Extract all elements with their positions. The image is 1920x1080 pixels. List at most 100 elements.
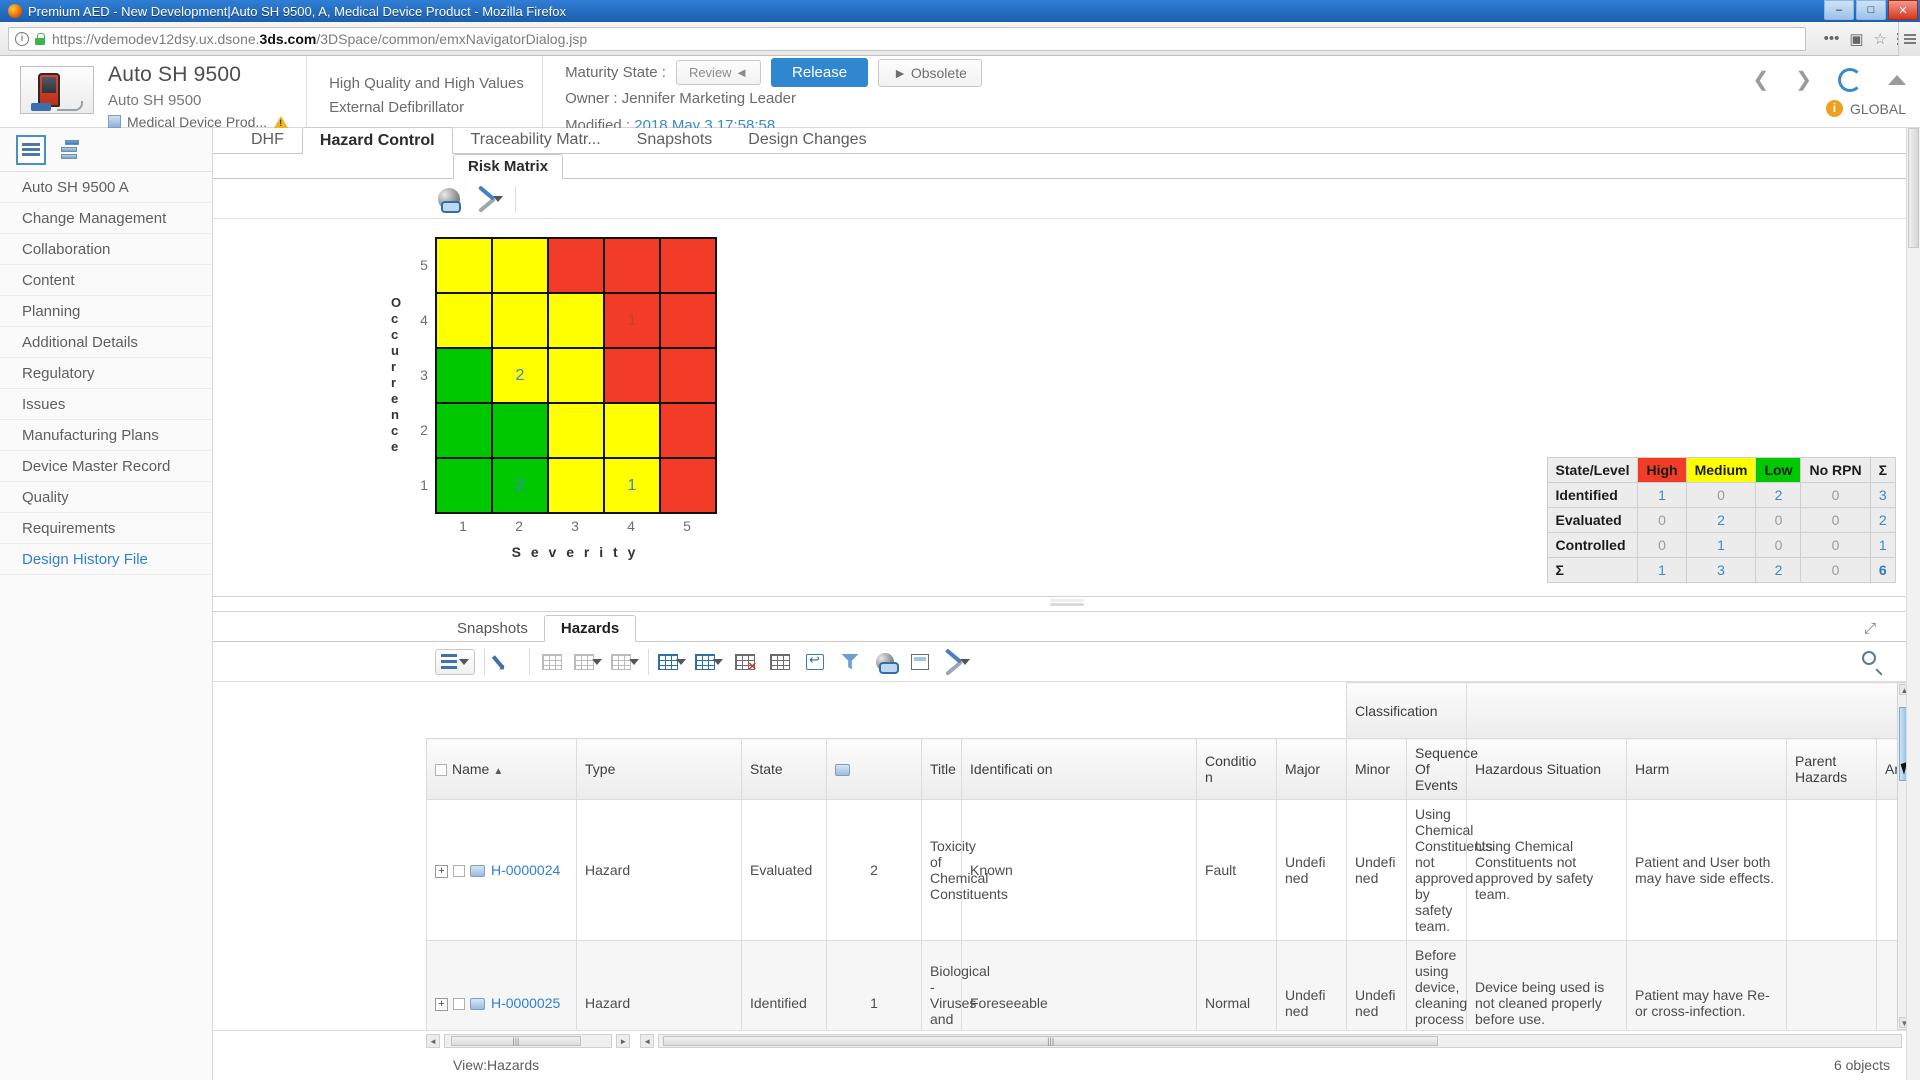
sidebar-item-design-history-file[interactable]: Design History File — [0, 544, 212, 575]
edit-icon[interactable] — [494, 649, 520, 675]
panel-tab-snapshots[interactable]: Snapshots — [441, 616, 544, 641]
risk-cell-o5-s5[interactable] — [660, 238, 716, 293]
address-bar[interactable]: i https://vdemodev12dsy.ux.dsone. 3ds.com… — [8, 26, 1806, 51]
sort-ascending-icon[interactable]: ▲ — [493, 766, 503, 777]
expand-panel-icon[interactable]: ⤢ — [1864, 620, 1876, 637]
table-row[interactable]: + H-0000025 Hazard Identified 1 Biological - … — [426, 940, 1920, 1030]
table-horizontal-scrollbar[interactable]: ||| — [658, 1033, 1903, 1048]
hazard-link[interactable]: H-0000025 — [491, 995, 560, 1011]
menu-button[interactable] — [435, 648, 475, 675]
tools-icon[interactable] — [475, 185, 503, 213]
risk-cell-o2-s5[interactable] — [660, 403, 716, 458]
column-header-sequence[interactable]: Sequence Of Events — [1405, 738, 1478, 800]
copy-icon[interactable] — [539, 649, 565, 675]
risk-cell-o4-s3[interactable] — [548, 293, 604, 348]
sidebar-item-auto-sh-9500-a[interactable]: Auto SH 9500 A — [0, 172, 212, 203]
select-all-checkbox[interactable] — [435, 764, 447, 777]
tab-traceability-matr-[interactable]: Traceability Matr... — [453, 126, 619, 153]
column-header-name[interactable]: Name ▲ — [426, 738, 577, 800]
risk-cell-o3-s5[interactable] — [660, 348, 716, 403]
risk-matrix-grid[interactable]: 1 2 2 1 — [435, 237, 717, 514]
page-scroll-thumb[interactable] — [1908, 128, 1919, 248]
column-header-condition[interactable]: Conditio n — [1196, 738, 1277, 800]
column-config-icon[interactable] — [695, 649, 723, 675]
hscroll-left-2[interactable]: ◄ — [640, 1033, 655, 1048]
sidebar-item-requirements[interactable]: Requirements — [0, 513, 212, 544]
tab-snapshots[interactable]: Snapshots — [619, 126, 731, 153]
column-header-identification[interactable]: Identificati on — [961, 738, 1197, 800]
sidebar-item-additional-details[interactable]: Additional Details — [0, 327, 212, 358]
state-review-button[interactable]: Review ◄ — [675, 60, 762, 85]
risk-cell-o5-s4[interactable] — [604, 238, 660, 293]
risk-cell-o5-s2[interactable] — [492, 238, 548, 293]
tab-design-changes[interactable]: Design Changes — [730, 126, 884, 153]
hscroll-thumb-2[interactable]: ||| — [663, 1035, 1439, 1046]
export-icon[interactable] — [802, 649, 828, 675]
name-column-scrollbar[interactable]: ||| — [443, 1033, 613, 1048]
risk-cell-o1-s3[interactable] — [548, 458, 604, 513]
risk-cell-o5-s1[interactable] — [436, 238, 492, 293]
row-checkbox[interactable] — [453, 865, 465, 878]
risk-cell-o4-s4[interactable]: 1 — [604, 293, 660, 348]
column-header-minor[interactable]: Minor — [1346, 738, 1407, 800]
risk-cell-o5-s3[interactable] — [548, 238, 604, 293]
column-header-state[interactable]: State — [741, 738, 827, 800]
calculator-icon[interactable] — [907, 649, 933, 675]
table-view-icon[interactable] — [658, 649, 686, 675]
add-row-icon[interactable] — [767, 649, 793, 675]
risk-cell-o4-s2[interactable] — [492, 293, 548, 348]
risk-cell-o2-s4[interactable] — [604, 403, 660, 458]
list-view-icon[interactable] — [16, 134, 46, 165]
state-release-button[interactable]: Release — [771, 58, 869, 87]
risk-cell-o1-s1[interactable] — [436, 458, 492, 513]
risk-cell-o1-s2[interactable]: 2 — [492, 458, 548, 513]
new-document-icon[interactable] — [611, 649, 639, 675]
risk-cell-o1-s4[interactable]: 1 — [604, 458, 660, 513]
risk-cell-o1-s5[interactable] — [660, 458, 716, 513]
maximize-button[interactable]: □ — [1856, 0, 1886, 20]
risk-cell-o2-s2[interactable] — [492, 403, 548, 458]
sidebar-item-change-management[interactable]: Change Management — [0, 203, 212, 234]
close-button[interactable]: ✕ — [1888, 0, 1918, 20]
bookmark-star-icon[interactable]: ☆ — [1874, 30, 1887, 48]
sidebar-item-quality[interactable]: Quality — [0, 482, 212, 513]
sidebar-item-manufacturing-plans[interactable]: Manufacturing Plans — [0, 420, 212, 451]
sidebar-toggle-icon[interactable] — [1898, 22, 1920, 56]
risk-cell-o2-s1[interactable] — [436, 403, 492, 458]
sidebar-item-device-master-record[interactable]: Device Master Record — [0, 451, 212, 482]
hscroll-left-1[interactable]: ◄ — [426, 1033, 440, 1048]
minimize-button[interactable]: – — [1824, 0, 1854, 20]
sidebar-item-collaboration[interactable]: Collaboration — [0, 234, 212, 265]
panel-splitter[interactable] — [213, 597, 1920, 611]
globe-icon[interactable] — [872, 649, 899, 675]
filter-icon[interactable] — [837, 649, 863, 675]
column-header-harm[interactable]: Harm — [1626, 738, 1788, 800]
risk-cell-o4-s5[interactable] — [660, 293, 716, 348]
column-header-major[interactable]: Major — [1276, 738, 1347, 800]
collapse-icon[interactable] — [1888, 74, 1906, 85]
tab-dhf[interactable]: DHF — [233, 126, 302, 153]
tree-view-icon[interactable] — [56, 135, 86, 165]
sidebar-item-content[interactable]: Content — [0, 265, 212, 296]
expand-row-icon[interactable]: + — [435, 864, 448, 878]
remove-row-icon[interactable] — [732, 649, 758, 675]
page-actions-icon[interactable]: ••• — [1824, 30, 1840, 47]
column-header-title[interactable]: Title — [921, 738, 962, 800]
sidebar-item-issues[interactable]: Issues — [0, 389, 212, 420]
risk-cell-o3-s2[interactable]: 2 — [492, 348, 548, 403]
column-header-parent[interactable]: Parent Hazards — [1786, 738, 1878, 800]
risk-cell-o2-s3[interactable] — [548, 403, 604, 458]
hscroll-right-1[interactable]: ► — [616, 1033, 631, 1048]
sidebar-item-planning[interactable]: Planning — [0, 296, 212, 327]
risk-cell-o3-s1[interactable] — [436, 348, 492, 403]
tab-hazard-control[interactable]: Hazard Control — [301, 127, 453, 154]
next-icon[interactable]: ❯ — [1795, 67, 1812, 92]
globe-link-icon[interactable] — [435, 185, 463, 213]
column-header-type[interactable]: Type — [576, 738, 742, 800]
panel-tab-hazards[interactable]: Hazards — [543, 615, 637, 642]
settings-grid-icon[interactable] — [574, 649, 602, 675]
column-header-situation[interactable]: Hazardous Situation — [1466, 738, 1628, 800]
table-row[interactable]: + H-0000024 Hazard Evaluated 2 Toxicity of Ch… — [426, 799, 1920, 941]
sidebar-item-regulatory[interactable]: Regulatory — [0, 358, 212, 389]
prev-icon[interactable]: ❮ — [1752, 67, 1769, 92]
